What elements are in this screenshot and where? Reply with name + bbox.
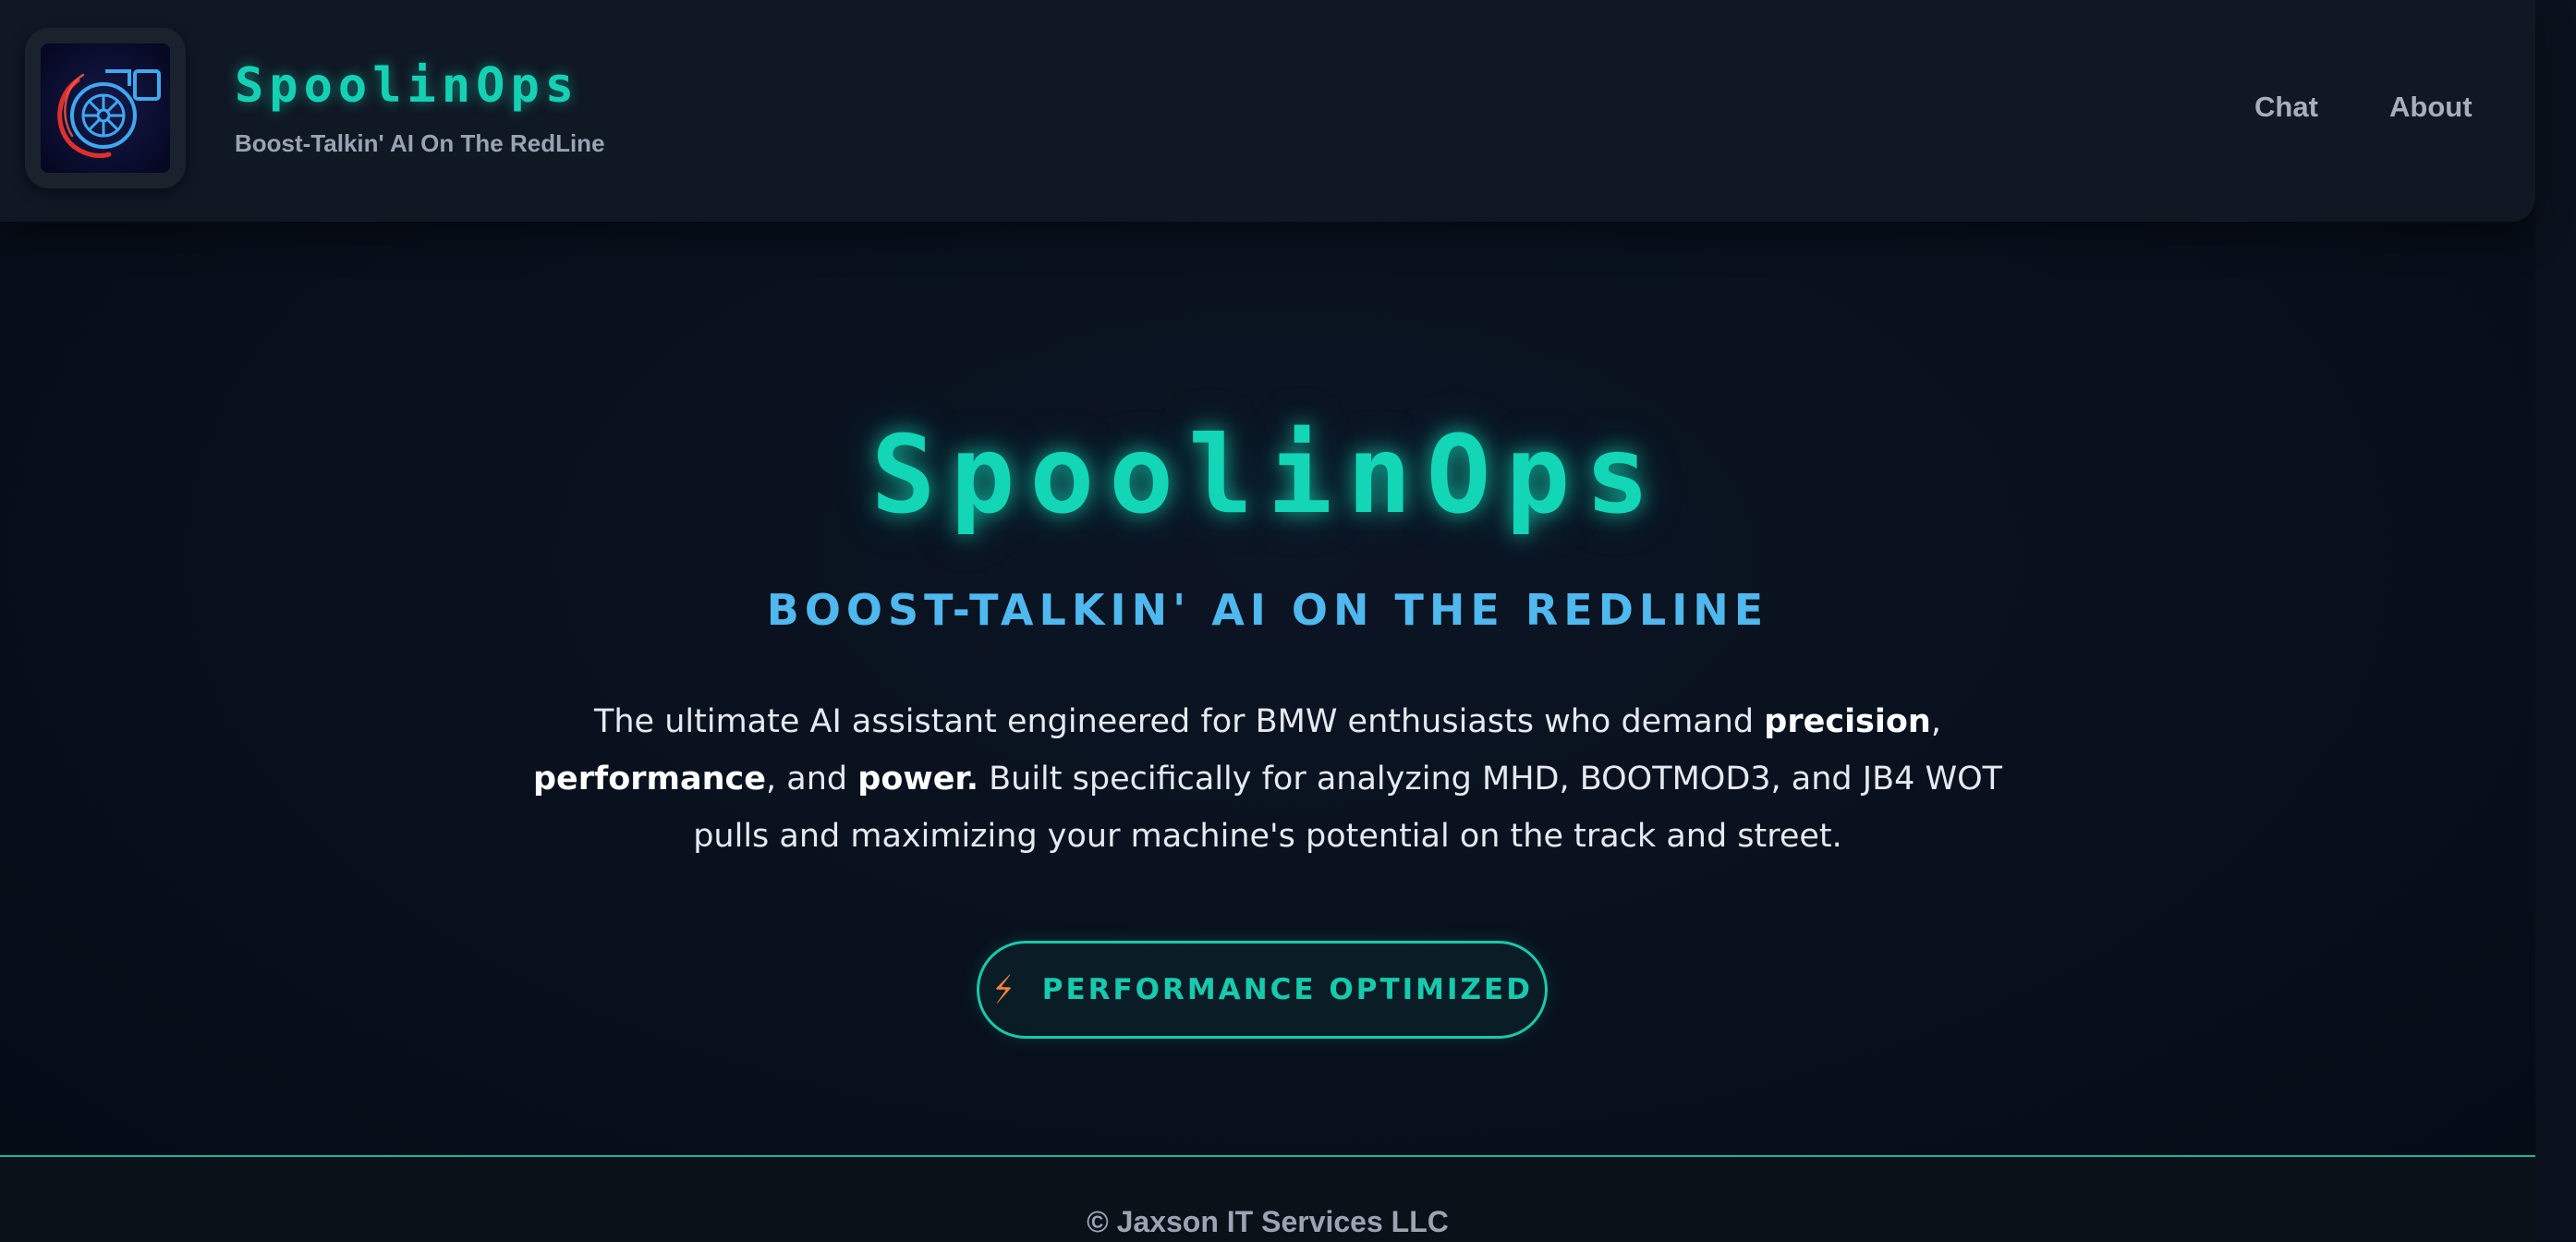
performance-badge-label: PERFORMANCE OPTIMIZED: [1041, 973, 1533, 1006]
brand-title[interactable]: SpoolinOps: [235, 54, 579, 118]
description-emphasis-power: power.: [857, 761, 979, 798]
logo[interactable]: [25, 28, 186, 189]
brand-tagline: Boost-Talkin' AI On The RedLine: [235, 129, 605, 157]
footer-copyright: © Jaxson IT Services LLC: [1087, 1205, 1449, 1238]
hero-title: SpoolinOps: [870, 413, 1665, 538]
nav-link-chat[interactable]: Chat: [2254, 89, 2318, 126]
turbo-logo-icon: [41, 43, 170, 173]
description-text: ,: [1930, 703, 1941, 740]
scrollbar-track[interactable]: [2535, 0, 2576, 1240]
performance-optimized-badge[interactable]: ⚡ PERFORMANCE OPTIMIZED: [977, 941, 1548, 1039]
site-header: SpoolinOps Boost-Talkin' AI On The RedLi…: [0, 0, 2535, 222]
site-footer: © Jaxson IT Services LLC: [0, 1155, 2535, 1242]
description-text: The ultimate AI assistant engineered for…: [594, 703, 1765, 740]
hero-section: SpoolinOps BOOST-TALKIN' AI ON THE REDLI…: [0, 222, 2535, 1155]
hero-description: The ultimate AI assistant engineered for…: [529, 693, 2007, 865]
hero-subtitle: BOOST-TALKIN' AI ON THE REDLINE: [766, 585, 1769, 635]
description-emphasis-performance: performance: [532, 761, 767, 798]
description-text: , and: [766, 761, 858, 798]
lightning-bolt-icon: ⚡: [987, 967, 1021, 1013]
nav-link-about[interactable]: About: [2389, 89, 2473, 126]
description-emphasis-precision: precision: [1764, 703, 1931, 740]
